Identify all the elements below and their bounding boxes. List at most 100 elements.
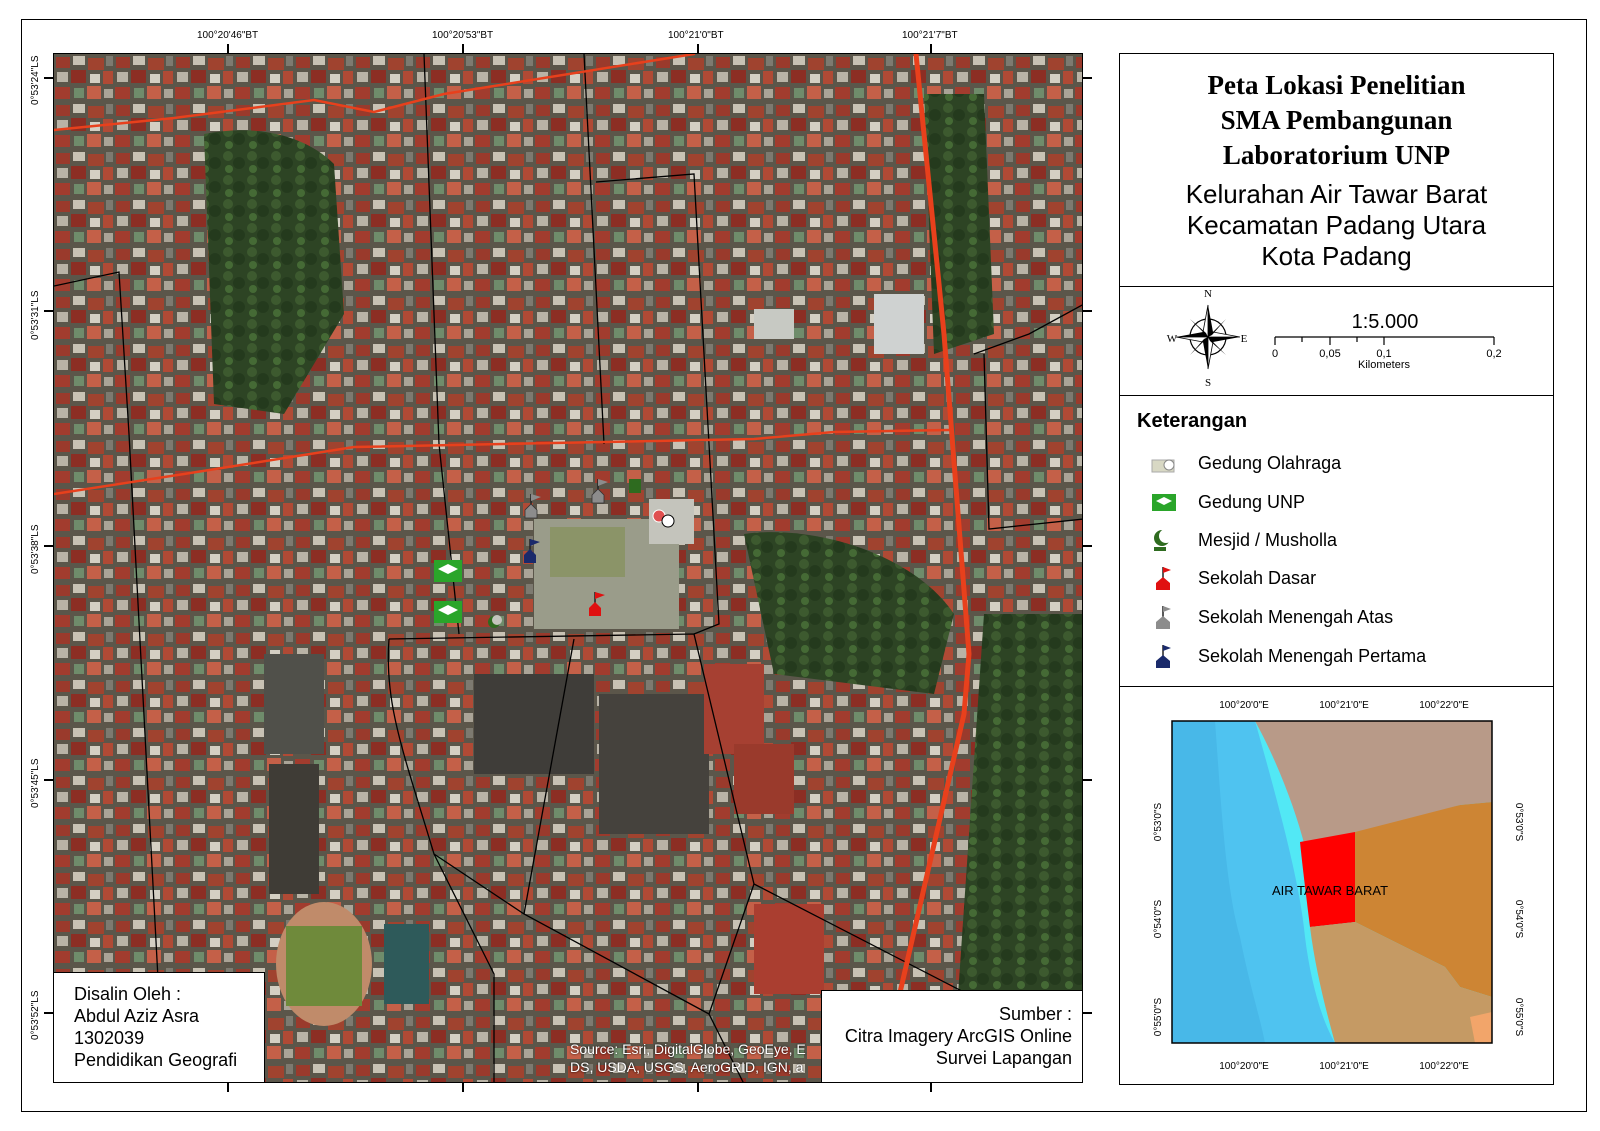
tick-mark <box>930 44 932 53</box>
legend-item: Mesjid / Musholla <box>1150 527 1337 553</box>
satellite-map[interactable] <box>53 53 1083 1083</box>
scale-label: 0 <box>1272 348 1278 360</box>
scale-bar <box>1274 336 1495 345</box>
inset-bottom-tick: 100°21'0"E <box>1319 1061 1369 1072</box>
copied-by-box: Disalin Oleh : Abdul Aziz Asra 1302039 P… <box>53 972 265 1083</box>
compass-w: W <box>1167 333 1178 345</box>
source-line: Citra Imagery ArcGIS Online <box>844 1026 1072 1046</box>
tick-mark <box>44 1012 53 1014</box>
left-tick-label: 0°53'31"LS <box>30 290 41 341</box>
sport-courts <box>384 924 429 1004</box>
legend-item: Sekolah Menengah Pertama <box>1150 643 1426 669</box>
legend-item: Gedung UNP <box>1150 489 1305 515</box>
map-title-line: Peta Lokasi Penelitian <box>1207 70 1466 100</box>
top-tick-label: 100°20'53"BT <box>432 30 494 41</box>
source-line: Survei Lapangan <box>935 1048 1072 1068</box>
compass-e: E <box>1241 333 1248 345</box>
tick-mark <box>1083 77 1092 79</box>
graduation-cap-icon <box>434 601 462 623</box>
inset-left-tick: 0°54'0"S <box>1153 899 1164 938</box>
inset-bottom-tick: 100°20'0"E <box>1219 1061 1269 1072</box>
inset-right-tick: 0°55'0"S <box>1513 998 1524 1037</box>
legend-heading: Keterangan <box>1137 410 1248 432</box>
red-school-flag-icon <box>1156 567 1171 590</box>
inset-right-tick: 0°54'0"S <box>1513 900 1524 939</box>
inset-top-tick: 100°20'0"E <box>1219 700 1269 711</box>
map-subtitle-line: Kota Padang <box>1261 241 1412 271</box>
tick-mark <box>44 545 53 547</box>
graduation-cap-icon <box>1152 494 1176 511</box>
author-id: 1302039 <box>74 1028 145 1048</box>
scale-block: N S E W 1:5.000 0 0,05 0,1 0,2 Kilometer… <box>1120 287 1553 396</box>
tick-mark <box>462 44 464 53</box>
tick-mark <box>1083 310 1092 312</box>
map-title-line: Laboratorium UNP <box>1222 140 1451 170</box>
legend-item: Gedung Olahraga <box>1150 450 1341 476</box>
left-tick-label: 0°53'45"LS <box>30 758 41 809</box>
basemap-credit: Source: Esri, DigitalGlobe, GeoEye, E DS… <box>570 1041 806 1075</box>
left-tick-label: 0°53'52"LS <box>30 990 41 1041</box>
tick-mark <box>462 1083 464 1092</box>
tick-mark <box>44 310 53 312</box>
legend-label: Mesjid / Musholla <box>1198 529 1338 550</box>
legend-label: Sekolah Menengah Pertama <box>1198 645 1427 666</box>
left-tick-label: 0°53'24"LS <box>30 55 41 106</box>
title-block: Peta Lokasi Penelitian SMA Pembangunan L… <box>1120 54 1553 287</box>
left-tick-label: 0°53'38"LS <box>30 524 41 575</box>
crescent-icon <box>629 479 641 493</box>
inset-left-tick: 0°53'0"S <box>1153 802 1164 841</box>
legend-label: Gedung UNP <box>1198 491 1306 512</box>
blue-school-flag-icon <box>1156 645 1171 668</box>
compass-rose-icon <box>1175 304 1241 370</box>
legend-label: Gedung Olahraga <box>1198 452 1342 473</box>
scale-label: 0,2 <box>1486 348 1501 360</box>
legend: Keterangan Gedung Olahraga Gedung UNP Me… <box>1120 396 1553 687</box>
top-tick-label: 100°21'0"BT <box>668 30 724 41</box>
scale-unit: Kilometers <box>1358 359 1410 371</box>
inset-map[interactable] <box>1171 720 1493 1044</box>
top-tick-label: 100°21'7"BT <box>902 30 958 41</box>
tick-mark <box>227 44 229 53</box>
crescent-icon <box>1154 529 1173 551</box>
field <box>550 527 625 577</box>
tick-mark <box>1083 545 1092 547</box>
inset-bottom-tick: 100°22'0"E <box>1419 1061 1469 1072</box>
copied-by-label: Disalin Oleh : <box>74 984 182 1004</box>
tick-mark <box>697 1083 699 1092</box>
tick-mark <box>697 44 699 53</box>
source-label: Sumber : <box>998 1004 1072 1024</box>
map-subtitle-line: Kelurahan Air Tawar Barat <box>1185 179 1488 209</box>
compass-n: N <box>1204 288 1212 300</box>
source-box: Sumber : Citra Imagery ArcGIS Online Sur… <box>821 990 1083 1083</box>
grey-school-flag-icon <box>1156 606 1171 629</box>
tick-mark <box>930 1083 932 1092</box>
scale-ratio: 1:5.000 <box>1352 311 1419 333</box>
legend-item: Sekolah Menengah Atas <box>1150 604 1393 630</box>
tick-mark <box>44 77 53 79</box>
stadium-field <box>286 926 362 1006</box>
kelurahan-air-tawar-barat[interactable] <box>1300 832 1355 927</box>
inset-area-label: AIR TAWAR BARAT <box>1272 883 1388 898</box>
scale-label: 0,05 <box>1319 348 1340 360</box>
map-info-panel: Peta Lokasi Penelitian SMA Pembangunan L… <box>1119 53 1554 1085</box>
legend-label: Sekolah Menengah Atas <box>1198 606 1394 627</box>
graduation-cap-icon <box>434 560 462 582</box>
top-tick-label: 100°20'46"BT <box>197 30 259 41</box>
legend-label: Sekolah Dasar <box>1198 567 1317 588</box>
map-title-line: SMA Pembangunan <box>1220 105 1453 135</box>
tick-mark <box>227 1083 229 1092</box>
tick-mark <box>44 779 53 781</box>
inset-top-tick: 100°21'0"E <box>1319 700 1369 711</box>
sports-building-icon <box>1151 459 1175 473</box>
map-subtitle-line: Kecamatan Padang Utara <box>1186 210 1487 240</box>
author-name: Abdul Aziz Asra <box>74 1006 200 1026</box>
inset-left-tick: 0°55'0"S <box>1153 997 1164 1036</box>
author-department: Pendidikan Geografi <box>74 1050 238 1070</box>
inset-top-tick: 100°22'0"E <box>1419 700 1469 711</box>
inset-right-tick: 0°53'0"S <box>1513 803 1524 842</box>
compass-s: S <box>1205 377 1211 389</box>
tick-mark <box>1083 779 1092 781</box>
tick-mark <box>1083 1012 1092 1014</box>
inset-map-block: 100°20'0"E 100°21'0"E 100°22'0"E 100°20'… <box>1120 687 1553 1084</box>
legend-item: Sekolah Dasar <box>1150 565 1316 591</box>
